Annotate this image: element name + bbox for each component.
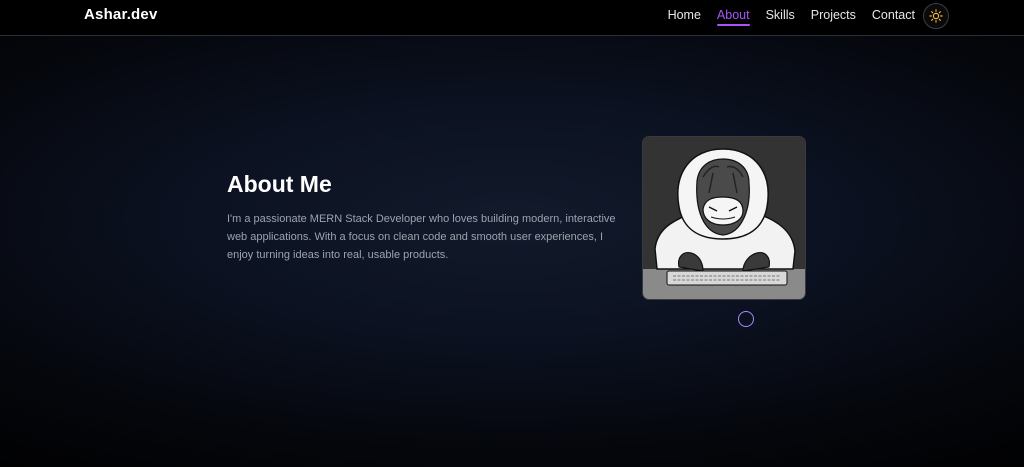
carousel-indicator[interactable] — [738, 311, 754, 327]
theme-toggle-button[interactable] — [923, 3, 949, 29]
nav-link-contact[interactable]: Contact — [872, 8, 915, 25]
navbar: Ashar.dev Home About Skills Projects Con… — [0, 0, 1024, 36]
brand-logo[interactable]: Ashar.dev — [84, 6, 158, 23]
about-section: About Me I'm a passionate MERN Stack Dev… — [227, 171, 617, 264]
nav-link-projects[interactable]: Projects — [811, 8, 856, 25]
nav-links: Home About Skills Projects Contact — [668, 8, 915, 26]
profile-illustration — [643, 137, 805, 299]
about-title: About Me — [227, 171, 332, 197]
hooded-coder-illustration — [643, 137, 805, 299]
nav-link-home[interactable]: Home — [668, 8, 701, 25]
nav-link-skills[interactable]: Skills — [766, 8, 795, 25]
sun-icon — [929, 9, 943, 23]
about-description: I'm a passionate MERN Stack Developer wh… — [227, 213, 616, 261]
nav-link-about[interactable]: About — [716, 8, 750, 26]
page: Ashar.dev Home About Skills Projects Con… — [0, 0, 1024, 467]
